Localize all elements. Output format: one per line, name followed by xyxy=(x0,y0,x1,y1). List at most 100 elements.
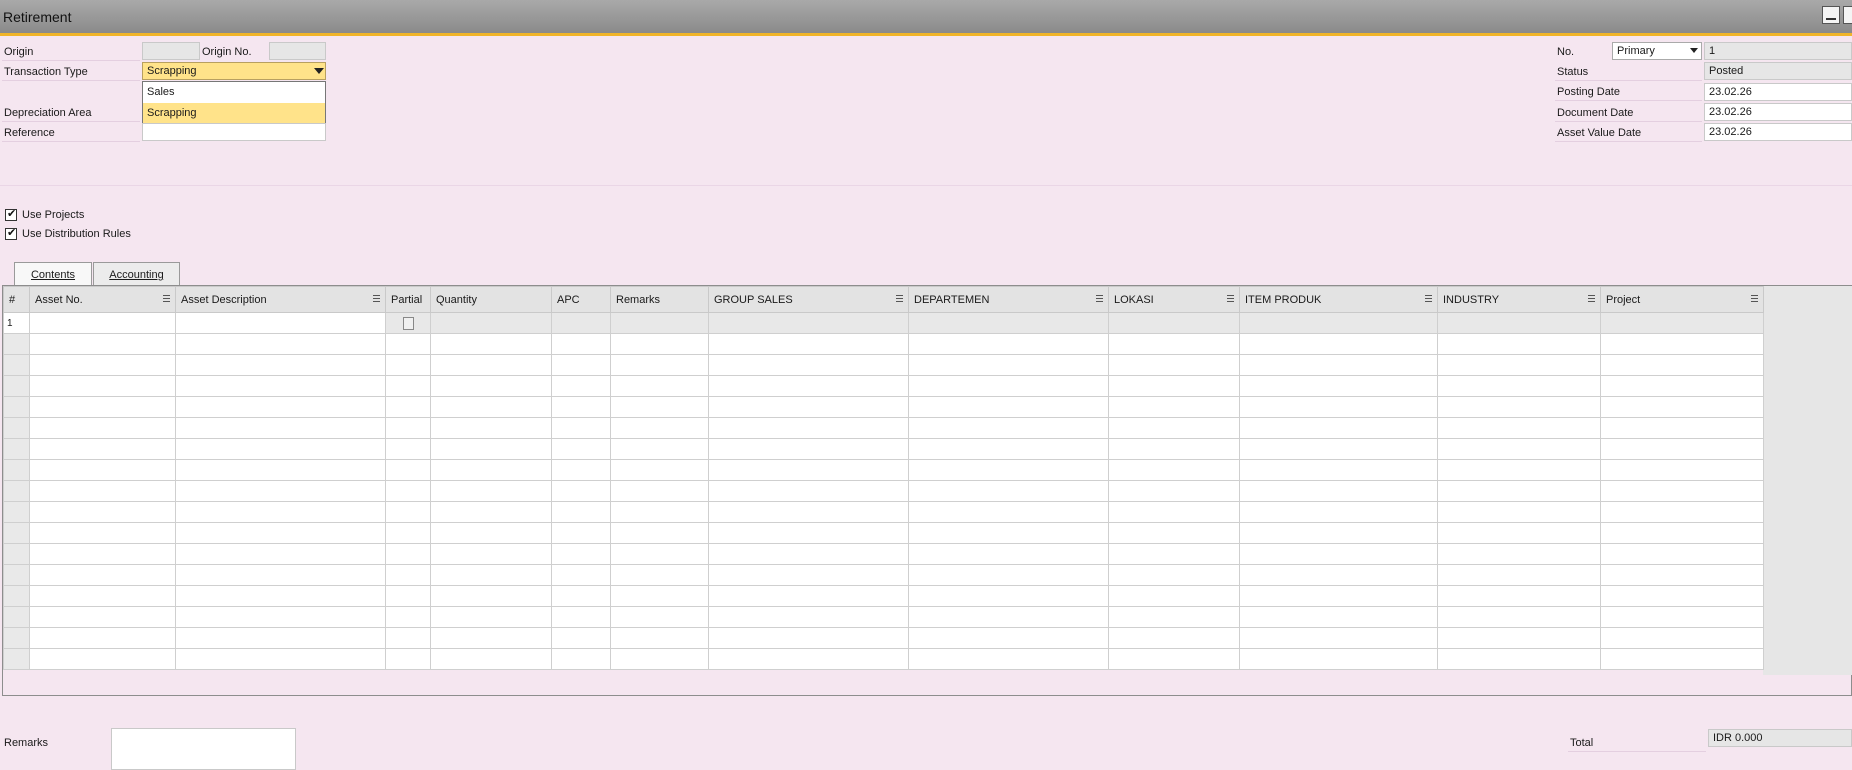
column-header-remarks[interactable]: Remarks xyxy=(610,286,709,313)
grid-cell[interactable] xyxy=(1108,585,1240,607)
grid-cell[interactable] xyxy=(385,501,431,523)
grid-cell[interactable] xyxy=(385,333,431,355)
grid-cell[interactable] xyxy=(908,459,1109,481)
grid-cell[interactable] xyxy=(551,585,611,607)
grid-cell[interactable] xyxy=(708,396,909,418)
project-cell[interactable] xyxy=(1600,312,1764,334)
grid-cell[interactable] xyxy=(1108,627,1240,649)
reference-field[interactable] xyxy=(142,123,326,141)
document-date-field[interactable]: 23.02.26 xyxy=(1704,103,1852,121)
grid-cell[interactable] xyxy=(29,606,176,628)
grid-cell[interactable] xyxy=(175,606,386,628)
grid-cell[interactable] xyxy=(430,627,552,649)
tab-accounting[interactable]: Accounting xyxy=(93,262,180,286)
grid-cell[interactable] xyxy=(610,459,709,481)
grid-cell[interactable] xyxy=(1239,627,1438,649)
grid-cell[interactable] xyxy=(708,417,909,439)
column-header-quantity[interactable]: Quantity xyxy=(430,286,552,313)
grid-cell[interactable] xyxy=(1239,522,1438,544)
maximize-button[interactable] xyxy=(1843,6,1852,24)
grid-cell[interactable] xyxy=(1108,396,1240,418)
minimize-button[interactable] xyxy=(1822,6,1840,24)
grid-cell[interactable] xyxy=(1108,459,1240,481)
grid-cell[interactable] xyxy=(1437,522,1601,544)
grid-cell[interactable] xyxy=(175,333,386,355)
column-menu-icon[interactable] xyxy=(1588,295,1595,302)
grid-cell[interactable] xyxy=(551,606,611,628)
grid-cell[interactable] xyxy=(1437,438,1601,460)
grid-cell[interactable] xyxy=(385,396,431,418)
posting-date-field[interactable]: 23.02.26 xyxy=(1704,83,1852,101)
grid-cell[interactable] xyxy=(29,480,176,502)
grid-cell[interactable] xyxy=(1600,501,1764,523)
column-menu-icon[interactable] xyxy=(1096,295,1103,302)
grid-cell[interactable] xyxy=(1108,606,1240,628)
grid-cell[interactable] xyxy=(430,480,552,502)
column-header-group-sales[interactable]: GROUP SALES xyxy=(708,286,909,313)
document-number-field[interactable]: 1 xyxy=(1704,42,1852,60)
grid-cell[interactable] xyxy=(1437,417,1601,439)
grid-cell[interactable] xyxy=(551,459,611,481)
origin-no-field[interactable] xyxy=(269,42,326,60)
grid-cell[interactable] xyxy=(385,522,431,544)
grid-cell[interactable] xyxy=(175,627,386,649)
grid-cell[interactable] xyxy=(1108,333,1240,355)
grid-cell[interactable] xyxy=(708,564,909,586)
grid-cell[interactable] xyxy=(1437,333,1601,355)
grid-cell[interactable] xyxy=(1437,564,1601,586)
grid-cell[interactable] xyxy=(908,585,1109,607)
grid-cell[interactable] xyxy=(708,585,909,607)
grid-cell[interactable] xyxy=(1239,396,1438,418)
grid-cell[interactable] xyxy=(385,627,431,649)
grid-cell[interactable] xyxy=(175,501,386,523)
grid-cell[interactable] xyxy=(708,333,909,355)
grid-cell[interactable] xyxy=(610,564,709,586)
grid-cell[interactable] xyxy=(430,354,552,376)
grid-cell[interactable] xyxy=(1600,417,1764,439)
grid-cell[interactable] xyxy=(430,459,552,481)
lokasi-cell[interactable] xyxy=(1108,312,1240,334)
grid-cell[interactable] xyxy=(551,480,611,502)
grid-cell[interactable] xyxy=(29,417,176,439)
grid-cell[interactable] xyxy=(175,354,386,376)
grid-cell[interactable] xyxy=(1108,564,1240,586)
column-menu-icon[interactable] xyxy=(896,295,903,302)
grid-cell[interactable] xyxy=(385,438,431,460)
grid-cell[interactable] xyxy=(430,585,552,607)
grid-cell[interactable] xyxy=(551,417,611,439)
grid-cell[interactable] xyxy=(29,627,176,649)
grid-cell[interactable] xyxy=(908,648,1109,670)
grid-cell[interactable] xyxy=(1600,459,1764,481)
column-header-row-number[interactable]: # xyxy=(3,286,30,313)
grid-cell[interactable] xyxy=(175,396,386,418)
series-dropdown-arrow-icon[interactable] xyxy=(1690,48,1698,53)
grid-cell[interactable] xyxy=(1600,480,1764,502)
grid-cell[interactable] xyxy=(1600,627,1764,649)
grid-cell[interactable] xyxy=(908,396,1109,418)
grid-cell[interactable] xyxy=(430,333,552,355)
grid-cell[interactable] xyxy=(1600,585,1764,607)
grid-cell[interactable] xyxy=(1437,648,1601,670)
remarks-cell[interactable] xyxy=(610,312,709,334)
grid-cell[interactable] xyxy=(610,438,709,460)
dropdown-arrow-icon[interactable] xyxy=(314,68,324,74)
grid-cell[interactable] xyxy=(551,396,611,418)
grid-cell[interactable] xyxy=(708,627,909,649)
grid-cell[interactable] xyxy=(1108,417,1240,439)
grid-cell[interactable] xyxy=(908,501,1109,523)
grid-cell[interactable] xyxy=(610,354,709,376)
grid-cell[interactable] xyxy=(430,522,552,544)
grid-cell[interactable] xyxy=(708,522,909,544)
grid-cell[interactable] xyxy=(385,648,431,670)
column-header-apc[interactable]: APC xyxy=(551,286,611,313)
grid-cell[interactable] xyxy=(1108,648,1240,670)
grid-cell[interactable] xyxy=(1239,585,1438,607)
grid-cell[interactable] xyxy=(708,438,909,460)
grid-cell[interactable] xyxy=(1108,438,1240,460)
partial-checkbox[interactable] xyxy=(402,316,414,330)
column-header-item-produk[interactable]: ITEM PRODUK xyxy=(1239,286,1438,313)
grid-cell[interactable] xyxy=(385,459,431,481)
grid-cell[interactable] xyxy=(385,564,431,586)
grid-cell[interactable] xyxy=(29,396,176,418)
grid-cell[interactable] xyxy=(610,543,709,565)
